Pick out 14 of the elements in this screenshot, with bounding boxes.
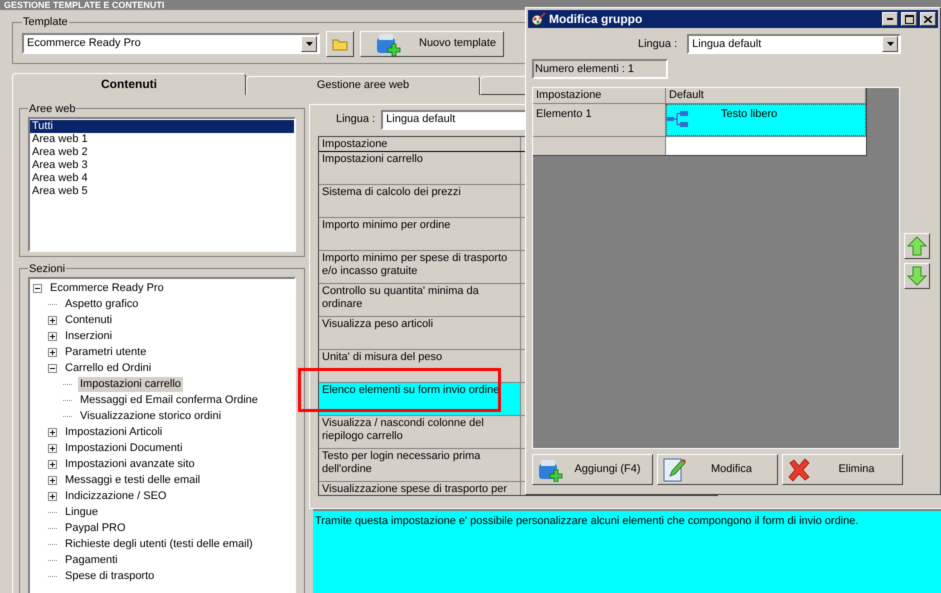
language-label: Lingua : (638, 36, 678, 52)
column-header: Impostazione (533, 88, 666, 103)
group-label: Template (22, 15, 69, 30)
element-count-field: Numero elementi : 1 (532, 59, 668, 79)
group-label: Sezioni (28, 262, 66, 276)
window-title: GESTIONE TEMPLATE E CONTENUTI (4, 1, 164, 10)
column-header: Default (666, 88, 866, 103)
description-box: Tramite questa impostazione e' possibile personalizzare alcuni elementi che compongono il form di invio ordine. (313, 508, 941, 593)
language-label: Lingua : (336, 112, 376, 128)
group-label: Aree web (28, 102, 76, 116)
column-header: Impostazione (319, 136, 521, 150)
cell-text: Testo libero (721, 107, 778, 122)
dialog-title: Modifica gruppo (549, 11, 644, 28)
table-cell: Elemento 1 (533, 104, 666, 136)
